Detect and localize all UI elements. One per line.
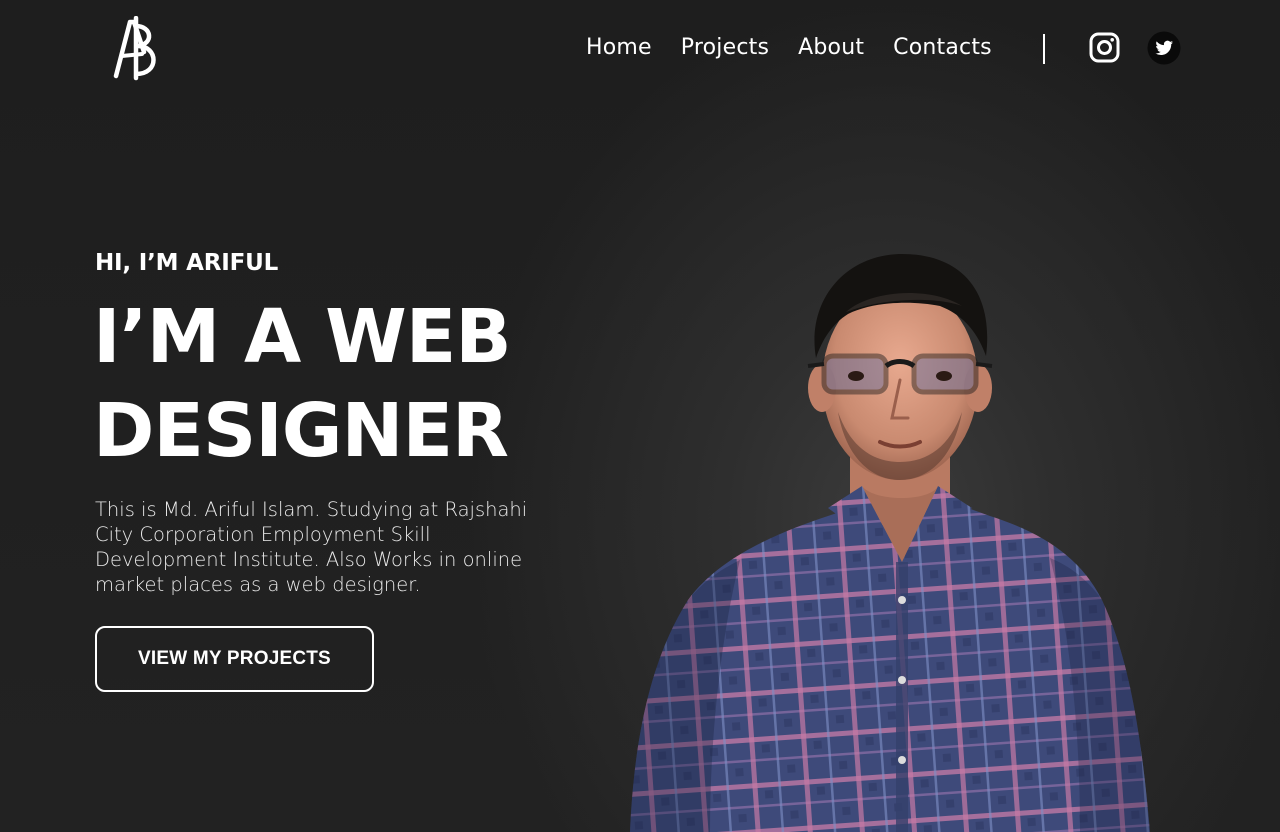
hero-greeting: HI, I’M ARIFUL xyxy=(95,250,279,276)
nav-projects[interactable]: Projects xyxy=(681,30,769,66)
portrait-photo xyxy=(630,254,1150,832)
hero-description: This is Md. Ariful Islam. Studying at Ra… xyxy=(95,498,528,596)
logo-icon[interactable] xyxy=(112,16,164,82)
main-nav: Home Projects About Contacts xyxy=(586,30,992,66)
headline-line-2: DESIGNER xyxy=(93,388,509,474)
nav-home[interactable]: Home xyxy=(586,30,652,66)
view-projects-button[interactable]: VIEW MY PROJECTS xyxy=(95,626,374,692)
landing-page: Home Projects About Contacts HI, I’M ARI… xyxy=(0,0,1280,832)
nav-about[interactable]: About xyxy=(798,30,864,66)
hero-headline: I’M A WEB DESIGNER xyxy=(93,290,613,478)
instagram-icon[interactable] xyxy=(1089,32,1120,63)
twitter-icon[interactable] xyxy=(1147,31,1181,65)
headline-line-1: I’M A WEB xyxy=(93,294,512,380)
nav-contacts[interactable]: Contacts xyxy=(893,30,992,66)
nav-divider xyxy=(1043,34,1045,64)
